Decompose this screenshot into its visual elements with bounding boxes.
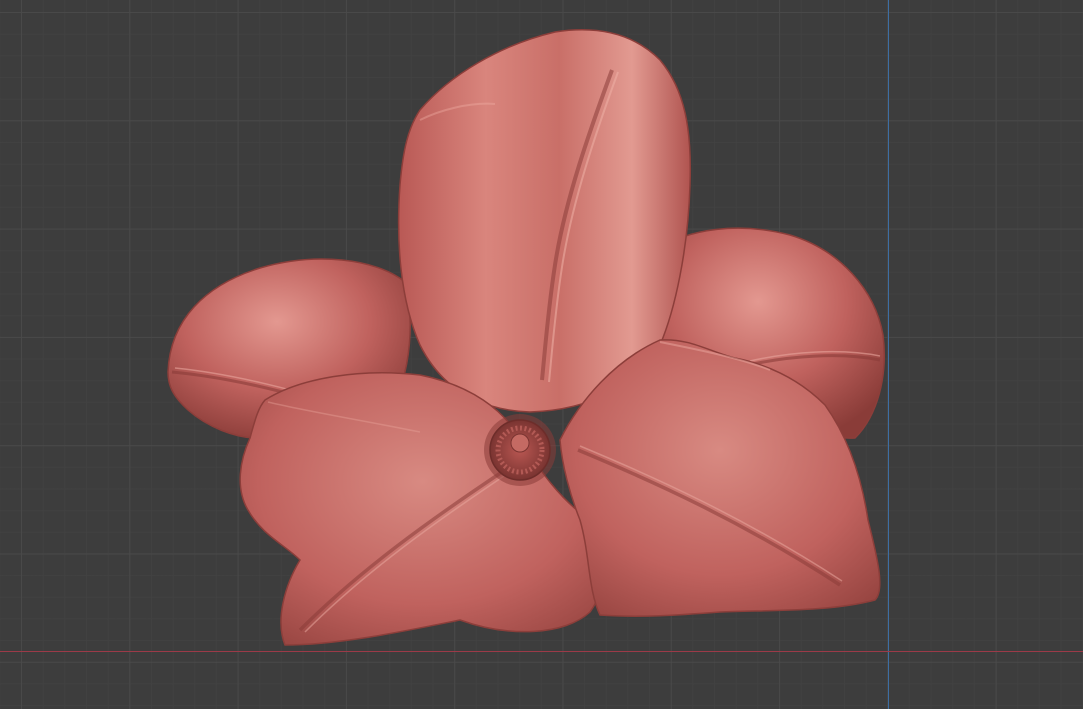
3d-viewport[interactable] [0,0,1083,709]
petal-front-left [239,372,606,646]
flower-sculpt-model[interactable] [0,0,1083,709]
flower-center [484,414,556,486]
